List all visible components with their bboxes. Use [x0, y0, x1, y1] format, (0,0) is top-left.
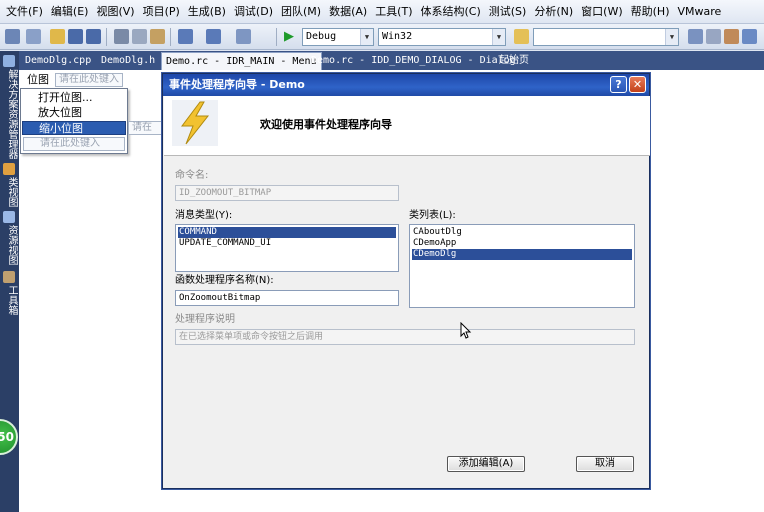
menu-project[interactable]: 项目(P) [139, 1, 184, 23]
menu-data[interactable]: 数据(A) [325, 1, 371, 23]
toolbar: ▶ Debug ▼ Win32 ▼ ▼ [0, 24, 764, 50]
cut-icon[interactable] [114, 29, 129, 44]
sidebar-item-resource-view[interactable]: 资源视图 [2, 225, 17, 271]
menu-edit[interactable]: 编辑(E) [47, 1, 93, 23]
list-item-command[interactable]: COMMAND [178, 227, 396, 238]
new-project-icon[interactable] [5, 29, 20, 44]
properties-icon[interactable] [706, 29, 721, 44]
find-in-files-icon[interactable] [514, 29, 529, 44]
toolbox-icon[interactable] [724, 29, 739, 44]
progress-badge: 50 [0, 419, 18, 455]
menu-vmware[interactable]: VMware [673, 1, 725, 23]
help-button[interactable]: ? [610, 76, 627, 93]
tab-menu-resource[interactable]: Demo.rc - IDR_MAIN - Menu [161, 52, 322, 70]
menu-view[interactable]: 视图(V) [92, 1, 138, 23]
tool-window-bar: 解决方案资源管理器 类视图 资源视图 工具箱 50 [0, 51, 19, 512]
message-type-label: 消息类型(Y): [175, 210, 233, 221]
redo-icon[interactable] [206, 29, 221, 44]
menu-bar: 文件(F) 编辑(E) 视图(V) 项目(P) 生成(B) 调试(D) 团队(M… [0, 0, 764, 24]
handler-name-input[interactable]: OnZoomoutBitmap [175, 290, 399, 306]
menu-item-open-bitmap[interactable]: 打开位图... [22, 91, 126, 105]
mouse-cursor-icon [460, 322, 472, 339]
dialog-title: 事件处理程序向导 - Demo [163, 74, 649, 96]
menu-top-item-bitmap[interactable]: 位图 [27, 73, 49, 87]
menu-dropdown: 打开位图... 放大位图 缩小位图 请在此处键入 [20, 88, 128, 154]
class-list[interactable]: CAboutDlg CDemoApp CDemoDlg [409, 224, 635, 308]
command-name-label: 命令名: [175, 170, 209, 181]
chevron-down-icon: ▼ [665, 29, 678, 45]
solution-config-value: Debug [306, 31, 337, 42]
menu-tools[interactable]: 工具(T) [371, 1, 416, 23]
tab-demodlg-cpp[interactable]: DemoDlg.cpp [21, 52, 95, 70]
list-item-cdemoapp[interactable]: CDemoApp [412, 238, 632, 249]
add-edit-button[interactable]: 添加编辑(A) [447, 456, 525, 472]
menu-analyze[interactable]: 分析(N) [530, 1, 577, 23]
paste-icon[interactable] [150, 29, 165, 44]
menu-architecture[interactable]: 体系结构(C) [417, 1, 485, 23]
toolbar-separator [170, 28, 171, 46]
sidebar-item-class-view[interactable]: 类视图 [2, 177, 17, 211]
sidebar-item-solution-explorer[interactable]: 解决方案资源管理器 [2, 69, 17, 169]
platform-select[interactable]: Win32 ▼ [378, 28, 506, 46]
menu-type-here-bottom[interactable]: 请在此处键入 [23, 137, 125, 151]
list-item-update-command-ui[interactable]: UPDATE_COMMAND_UI [178, 238, 396, 249]
list-item-cdemodlg[interactable]: CDemoDlg [412, 249, 632, 260]
navigate-icon[interactable] [236, 29, 251, 44]
tab-dialog-resource[interactable]: Demo.rc - IDD_DEMO_DIALOG - Dialog [307, 52, 520, 70]
menu-help[interactable]: 帮助(H) [627, 1, 674, 23]
cancel-button[interactable]: 取消 [576, 456, 634, 472]
tab-demodlg-h[interactable]: DemoDlg.h [97, 52, 159, 70]
menu-build[interactable]: 生成(B) [184, 1, 230, 23]
menu-debug[interactable]: 调试(D) [230, 1, 277, 23]
close-button[interactable]: ✕ [629, 76, 646, 93]
menu-window[interactable]: 窗口(W) [577, 1, 626, 23]
lightning-icon [172, 100, 218, 146]
menu-file[interactable]: 文件(F) [2, 1, 47, 23]
class-view-icon [3, 163, 15, 175]
find-combo[interactable]: ▼ [533, 28, 679, 46]
solution-explorer-icon[interactable] [688, 29, 703, 44]
handler-description-label: 处理程序说明 [175, 314, 235, 325]
save-icon[interactable] [68, 29, 83, 44]
chevron-down-icon: ▼ [492, 29, 505, 45]
tab-start-page[interactable]: 起始页 [495, 52, 533, 70]
list-item-caboutdlg[interactable]: CAboutDlg [412, 227, 632, 238]
menu-type-here-top[interactable]: 请在此处键入 [55, 73, 123, 87]
event-handler-wizard-dialog: 事件处理程序向导 - Demo ? ✕ 欢迎使用事件处理程序向导 命令名: ID… [162, 73, 650, 489]
object-browser-icon[interactable] [742, 29, 757, 44]
start-debug-icon[interactable]: ▶ [284, 29, 299, 44]
add-item-icon[interactable] [26, 29, 41, 44]
menu-team[interactable]: 团队(M) [277, 1, 325, 23]
menu-test[interactable]: 测试(S) [485, 1, 531, 23]
wizard-header: 欢迎使用事件处理程序向导 [164, 96, 650, 156]
handler-name-label: 函数处理程序名称(N): [175, 275, 274, 286]
document-tab-bar: DemoDlg.cpp DemoDlg.h Demo.rc - IDR_MAIN… [19, 51, 764, 70]
sidebar-item-toolbox[interactable]: 工具箱 [2, 285, 17, 321]
solution-config-select[interactable]: Debug ▼ [302, 28, 374, 46]
command-name-field: ID_ZOOMOUT_BITMAP [175, 185, 399, 201]
class-list-label: 类列表(L): [409, 210, 456, 221]
welcome-text: 欢迎使用事件处理程序向导 [260, 118, 392, 131]
resource-view-icon [3, 211, 15, 223]
handler-description-field: 在已选择菜单项或命令按钮之后调用 [175, 329, 635, 345]
platform-value: Win32 [382, 31, 413, 42]
toolbar-separator [276, 28, 277, 46]
menu-item-zoom-in-bitmap[interactable]: 放大位图 [22, 106, 126, 120]
toolbox-icon [3, 271, 15, 283]
undo-icon[interactable] [178, 29, 193, 44]
chevron-down-icon: ▼ [360, 29, 373, 45]
open-folder-icon[interactable] [50, 29, 65, 44]
copy-icon[interactable] [132, 29, 147, 44]
menu-type-here-side[interactable]: 请在 [128, 121, 162, 135]
toolbar-separator [106, 28, 107, 46]
save-all-icon[interactable] [86, 29, 101, 44]
message-type-list[interactable]: COMMAND UPDATE_COMMAND_UI [175, 224, 399, 272]
menu-item-zoom-out-bitmap[interactable]: 缩小位图 [22, 121, 126, 135]
solution-explorer-icon [3, 55, 15, 67]
